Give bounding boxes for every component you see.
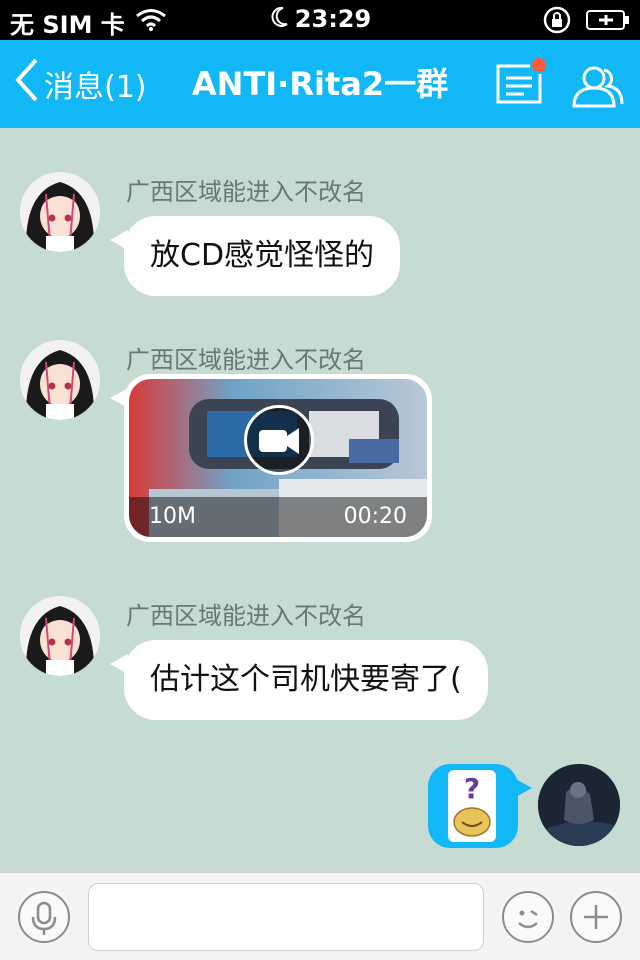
sender-name: 广西区域能进入不改名 [126, 178, 366, 206]
sender-name: 广西区域能进入不改名 [126, 346, 366, 374]
emoji-icon [518, 909, 538, 929]
emoji-button[interactable] [502, 891, 554, 943]
nav-bar: 消息(1) ANTI·Rita2一群 [0, 40, 640, 128]
video-message[interactable]: 10M 00:20 [110, 374, 432, 542]
own-message-row: ? [0, 764, 640, 854]
voice-button[interactable] [18, 891, 70, 943]
play-button[interactable] [244, 405, 314, 475]
sender-name: 广西区域能进入不改名 [126, 602, 366, 630]
battery-charging-icon [586, 8, 630, 38]
own-sticker-bubble[interactable]: ? [428, 764, 532, 848]
members-icon [572, 66, 624, 108]
microphone-icon [31, 901, 57, 935]
question-sticker: ? [448, 770, 496, 842]
video-info-bar: 10M 00:20 [129, 497, 427, 537]
plus-icon [584, 905, 608, 929]
chat-title: ANTI·Rita2一群 [191, 65, 449, 103]
chat-area[interactable]: 广西区域能进入不改名 放CD感觉怪怪的 广西区域能进入不改名 10M 00:20… [0, 128, 640, 872]
message-bubble[interactable]: 放CD感觉怪怪的 [109, 216, 401, 296]
video-size: 10M [149, 504, 196, 529]
sticker-text: ? [464, 772, 480, 805]
sender-avatar[interactable] [20, 596, 100, 676]
message-row: 广西区域能进入不改名 放CD感觉怪怪的 [0, 172, 640, 302]
status-bar: 无 SIM 卡 23:29 [0, 0, 640, 40]
time-label: 23:29 [294, 5, 372, 33]
notification-dot [530, 56, 548, 74]
sender-avatar[interactable] [20, 172, 100, 252]
moon-icon [269, 6, 289, 34]
video-camera-icon [259, 428, 299, 454]
message-input[interactable] [88, 883, 484, 951]
message-row: 广西区域能进入不改名 10M 00:20 [0, 340, 640, 560]
message-bubble[interactable]: 估计这个司机快要寄了( [110, 640, 488, 720]
sender-avatar[interactable] [20, 340, 100, 420]
more-button[interactable] [570, 891, 622, 943]
back-button[interactable]: 消息(1) [14, 40, 147, 128]
message-row: 广西区域能进入不改名 估计这个司机快要寄了( [0, 596, 640, 726]
back-label: 消息(1) [44, 70, 147, 105]
video-thumbnail: 10M 00:20 [129, 379, 427, 537]
group-members-button[interactable] [570, 64, 626, 112]
own-avatar[interactable] [538, 764, 620, 846]
video-duration: 00:20 [343, 504, 407, 529]
rotation-lock-icon [542, 5, 572, 41]
input-bar [0, 872, 640, 960]
group-notice-button[interactable] [496, 56, 548, 108]
status-right [542, 5, 630, 41]
chevron-left-icon [14, 58, 40, 110]
